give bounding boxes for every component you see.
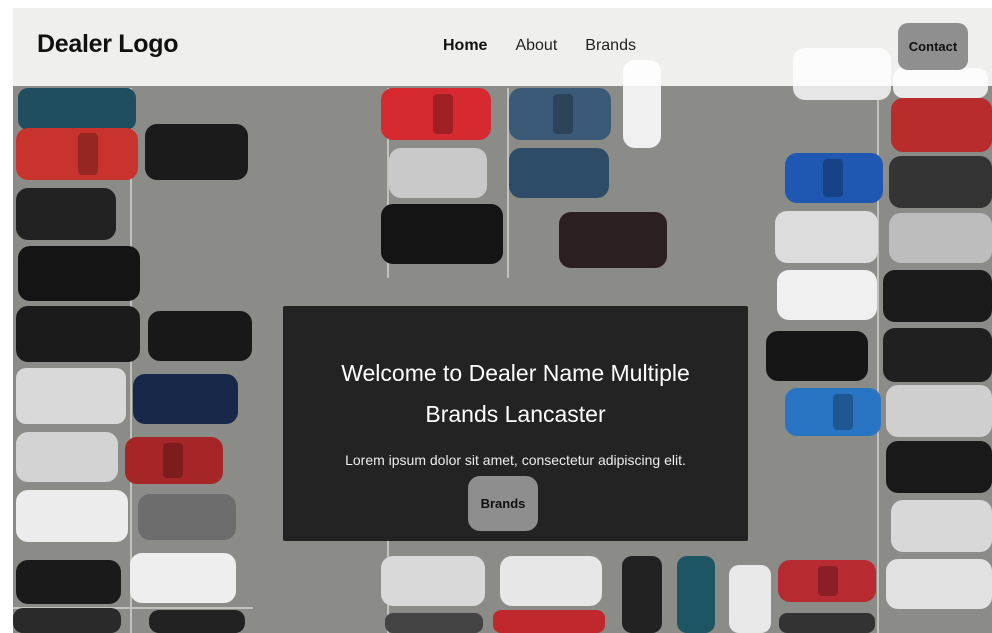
hero-subtitle: Lorem ipsum dolor sit amet, consectetur … bbox=[345, 452, 686, 468]
nav-link-about[interactable]: About bbox=[515, 37, 557, 55]
dealer-logo[interactable]: Dealer Logo bbox=[37, 30, 178, 59]
main-nav: Home About Brands bbox=[443, 37, 636, 55]
hero-panel: Welcome to Dealer Name Multiple Brands L… bbox=[283, 306, 748, 541]
nav-link-brands[interactable]: Brands bbox=[585, 37, 636, 55]
brands-button[interactable]: Brands bbox=[468, 476, 538, 531]
contact-button[interactable]: Contact bbox=[898, 23, 968, 70]
hero-title: Welcome to Dealer Name Multiple Brands L… bbox=[341, 360, 690, 427]
nav-link-home[interactable]: Home bbox=[443, 37, 487, 55]
site-header: Dealer Logo Home About Brands Contact bbox=[13, 8, 992, 86]
page-frame: Dealer Logo Home About Brands Contact We… bbox=[13, 8, 992, 633]
